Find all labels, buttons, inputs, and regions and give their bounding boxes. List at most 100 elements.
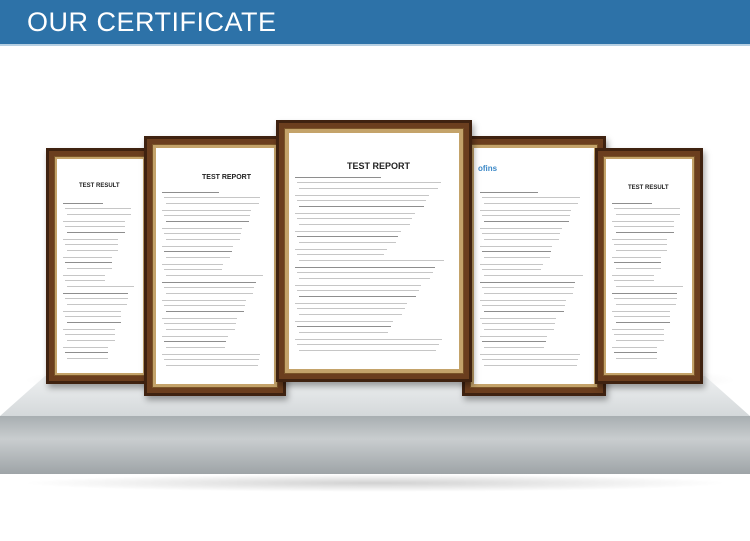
fine-print-line bbox=[67, 322, 121, 323]
fine-print-line bbox=[616, 250, 668, 251]
fine-print-line bbox=[299, 296, 416, 297]
fine-print-line bbox=[482, 323, 556, 324]
fine-print-line bbox=[612, 221, 674, 222]
fine-print-line bbox=[480, 318, 557, 319]
fine-print-line bbox=[162, 300, 247, 301]
fine-print-line bbox=[162, 264, 224, 265]
certificate-frame-2: TEST REPORT bbox=[144, 136, 286, 396]
fine-print-line bbox=[67, 232, 125, 233]
fine-print-line bbox=[297, 290, 419, 291]
fine-print-line bbox=[63, 311, 122, 312]
fine-print-line bbox=[612, 329, 664, 330]
fine-print-line bbox=[612, 347, 658, 348]
fine-print-line bbox=[480, 336, 547, 337]
fine-print-line bbox=[65, 262, 112, 263]
fine-print-line bbox=[616, 322, 670, 323]
fine-print-line bbox=[63, 203, 103, 204]
fine-print-line bbox=[612, 257, 661, 258]
fine-print-line bbox=[166, 221, 250, 222]
fine-print-line bbox=[484, 203, 579, 204]
fine-print-line bbox=[164, 233, 241, 234]
fine-print-line bbox=[616, 214, 681, 215]
fine-print-line bbox=[67, 214, 132, 215]
fine-print-line bbox=[67, 358, 109, 359]
fine-print-line bbox=[297, 308, 405, 309]
certificate-document-2: TEST REPORT bbox=[156, 148, 274, 384]
fine-print-line bbox=[164, 359, 259, 360]
fine-print-line bbox=[482, 287, 575, 288]
fine-print-line bbox=[484, 365, 578, 366]
fine-print-line bbox=[164, 215, 251, 216]
fine-print-line bbox=[614, 334, 664, 335]
fine-print-line bbox=[166, 239, 240, 240]
fine-print-line bbox=[295, 249, 388, 250]
certificate-document-1: TEST RESULT bbox=[57, 159, 143, 373]
fine-print-line bbox=[67, 268, 112, 269]
fine-print-line bbox=[480, 192, 539, 193]
fine-print-line bbox=[164, 305, 246, 306]
certificate-heading: TEST RESULT bbox=[628, 185, 669, 191]
fine-print-line bbox=[484, 221, 569, 222]
fine-print-line bbox=[166, 203, 259, 204]
fine-print-line bbox=[299, 278, 431, 279]
fine-print-line bbox=[299, 332, 388, 333]
fine-print-line bbox=[67, 286, 134, 287]
fine-print-line bbox=[162, 354, 260, 355]
fine-print-line bbox=[484, 347, 545, 348]
fine-print-line bbox=[166, 365, 258, 366]
shelf-under-shadow bbox=[20, 474, 730, 492]
fine-print-line bbox=[295, 303, 408, 304]
fine-print-line bbox=[482, 251, 551, 252]
fine-print-line bbox=[65, 334, 115, 335]
fine-print-line bbox=[297, 344, 439, 345]
fine-print-line bbox=[482, 359, 579, 360]
fine-print-line bbox=[162, 228, 243, 229]
fine-print-line bbox=[482, 269, 542, 270]
certificate-frame-1: TEST RESULT bbox=[46, 148, 154, 384]
fine-print-line bbox=[297, 272, 433, 273]
certificate-document-3: TEST REPORT bbox=[289, 133, 459, 369]
fine-print-line bbox=[299, 314, 402, 315]
fine-print-line bbox=[63, 257, 112, 258]
fine-print-line bbox=[166, 311, 244, 312]
fine-print-line bbox=[164, 323, 236, 324]
fine-print-line bbox=[297, 254, 385, 255]
fine-print-line bbox=[295, 177, 381, 178]
fine-print-line bbox=[164, 197, 260, 198]
header-banner: OUR CERTIFICATE bbox=[0, 0, 750, 44]
fine-print-line bbox=[484, 239, 560, 240]
fine-print-line bbox=[297, 326, 391, 327]
fine-print-line bbox=[614, 316, 671, 317]
page-title: OUR CERTIFICATE bbox=[27, 7, 277, 37]
certificate-frame-3: TEST REPORT bbox=[276, 120, 472, 382]
fine-print-line bbox=[480, 210, 572, 211]
fine-print-line bbox=[480, 264, 543, 265]
fine-print-line bbox=[616, 268, 661, 269]
fine-print-line bbox=[297, 200, 427, 201]
fine-print-line bbox=[295, 321, 394, 322]
fine-print-line bbox=[164, 269, 223, 270]
fine-print-line bbox=[299, 242, 396, 243]
certificate-document-4: ofins bbox=[474, 148, 594, 384]
fine-print-line bbox=[616, 358, 658, 359]
fine-print-line bbox=[484, 329, 554, 330]
fine-print-line bbox=[166, 275, 263, 276]
fine-print-line bbox=[614, 298, 677, 299]
fine-print-line bbox=[482, 233, 561, 234]
fine-print-line bbox=[67, 250, 119, 251]
fine-print-line bbox=[614, 226, 674, 227]
fine-print-line bbox=[614, 244, 668, 245]
fine-print-line bbox=[65, 244, 119, 245]
fine-print-line bbox=[63, 275, 106, 276]
fine-print-line bbox=[63, 347, 109, 348]
fine-print-line bbox=[614, 208, 681, 209]
fine-print-line bbox=[164, 341, 227, 342]
fine-print-line bbox=[166, 257, 231, 258]
fine-print-line bbox=[166, 347, 226, 348]
shelf-front-edge bbox=[0, 416, 750, 474]
fine-print-line bbox=[299, 206, 424, 207]
fine-print-line bbox=[65, 316, 122, 317]
fine-print-line bbox=[299, 188, 438, 189]
fine-print-line bbox=[480, 354, 580, 355]
certificate-heading: TEST REPORT bbox=[202, 174, 252, 181]
